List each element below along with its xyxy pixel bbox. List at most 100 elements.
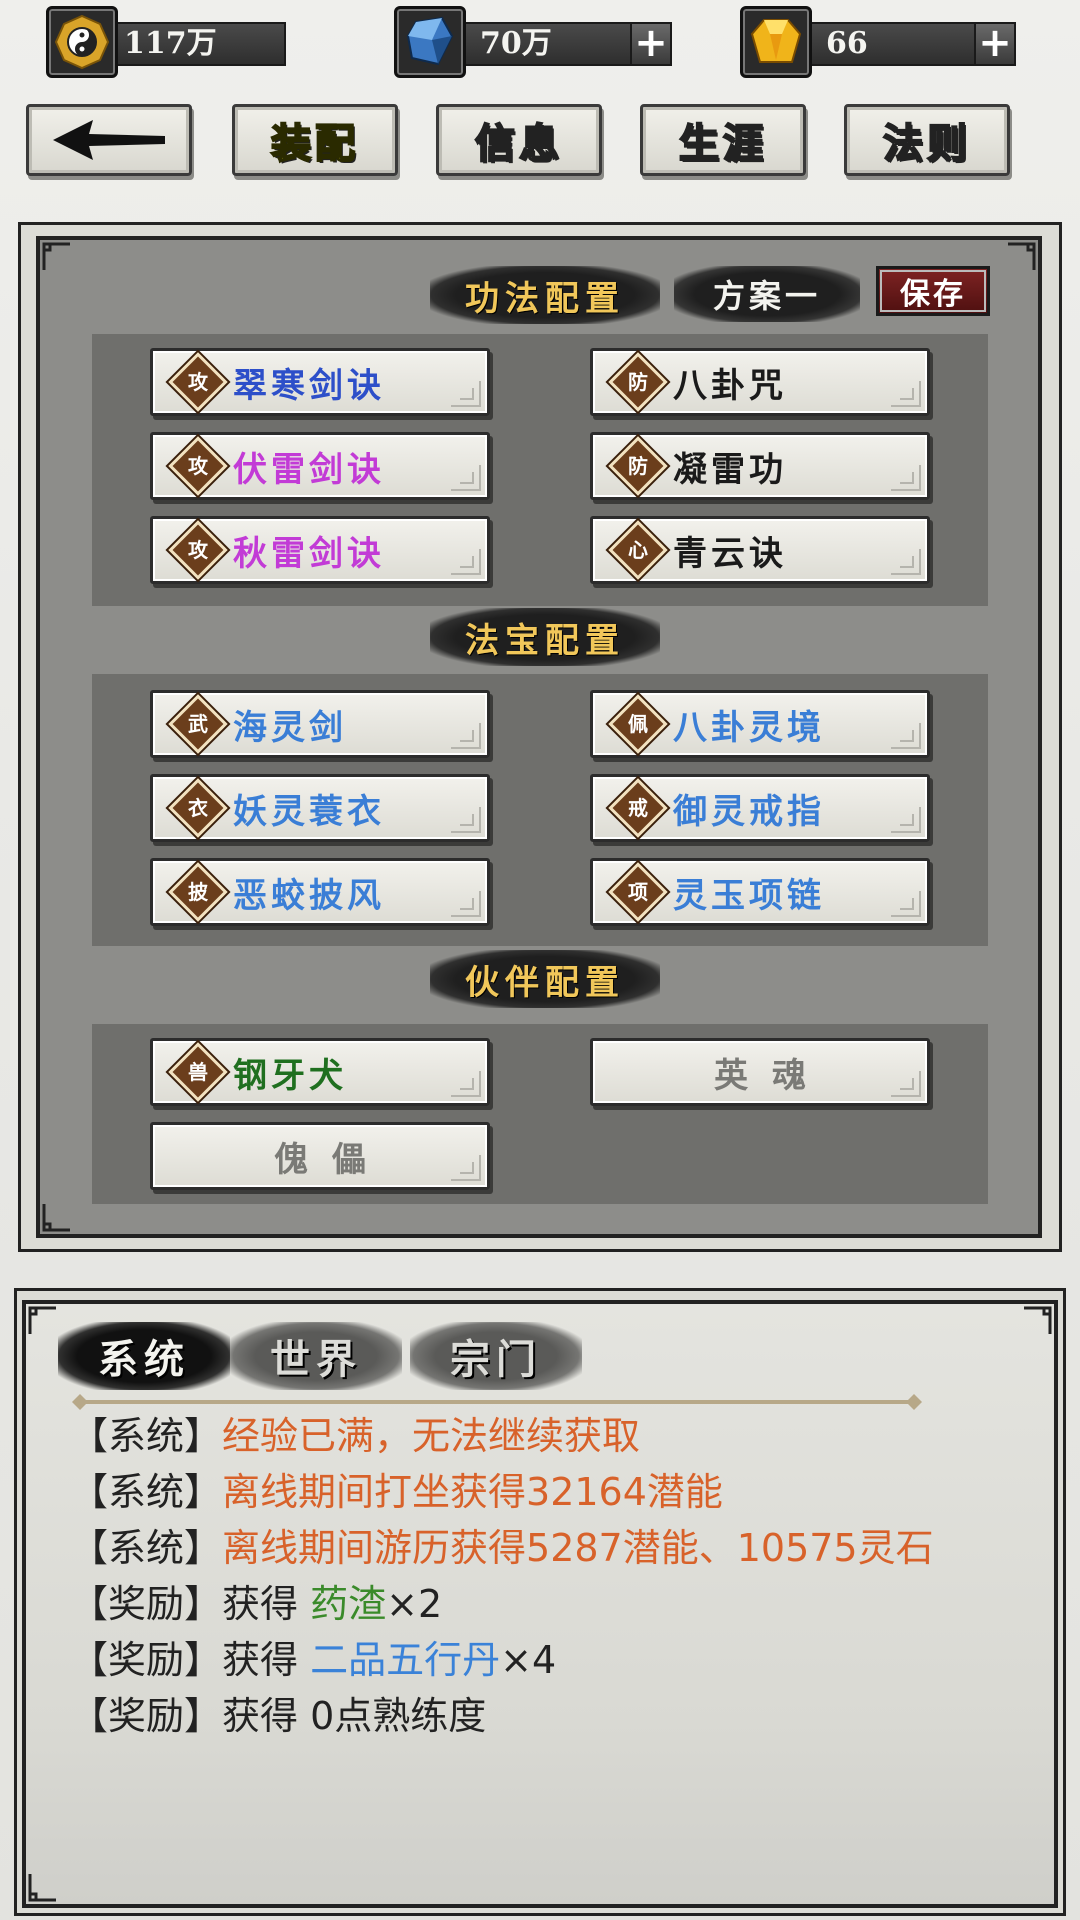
plan-selector[interactable]: 方案一 — [674, 266, 860, 322]
treasure-slot[interactable]: 项 灵玉项链 — [590, 858, 930, 926]
tab-info[interactable]: 信息 — [436, 104, 602, 176]
treasure-name: 妖灵蓑衣 — [233, 791, 385, 832]
treasure-slot[interactable]: 披 恶蛟披风 — [150, 858, 490, 926]
treasures-title-text: 法宝配置 — [465, 620, 625, 661]
chat-message: 【奖励】获得 药渣×2 — [70, 1578, 442, 1630]
chat-message: 【系统】经验已满，无法继续获取 — [70, 1410, 640, 1462]
partners-section-title: 伙伴配置 — [430, 950, 660, 1008]
treasure-slot[interactable]: 武 海灵剑 — [150, 690, 490, 758]
chat-message-text: 药渣 — [310, 1582, 387, 1626]
skill-name: 伏雷剑诀 — [233, 449, 385, 490]
slot-type-badge: 心 — [608, 520, 668, 580]
tab-rules[interactable]: 法则 — [844, 104, 1010, 176]
add-crystal-button[interactable]: + — [630, 22, 672, 66]
corner-ornament-icon — [22, 1874, 56, 1908]
taiji-currency-bar: 117万 — [104, 22, 286, 66]
corner-ornament-icon — [1008, 236, 1042, 270]
treasure-slot[interactable]: 衣 妖灵蓑衣 — [150, 774, 490, 842]
chat-tab-sect[interactable]: 宗门 — [410, 1322, 582, 1390]
crystal-currency-bar: 70万 — [460, 22, 634, 66]
corner-ornament-icon — [1024, 1300, 1058, 1334]
skill-name: 翠寒剑诀 — [233, 365, 385, 406]
crystal-currency-value: 70万 — [480, 26, 552, 61]
gem-currency-value: 66 — [826, 26, 868, 61]
skill-slot[interactable]: 攻 秋雷剑诀 — [150, 516, 490, 584]
puppet-slot[interactable]: 傀儡 — [150, 1122, 490, 1190]
skill-slot[interactable]: 攻 翠寒剑诀 — [150, 348, 490, 416]
save-label: 保存 — [900, 277, 966, 312]
treasure-name: 八卦灵境 — [673, 707, 825, 748]
chat-message: 【系统】离线期间打坐获得32164潜能 — [70, 1466, 723, 1518]
chat-message-text: 获得 — [222, 1582, 311, 1626]
save-button[interactable]: 保存 — [876, 266, 990, 316]
treasure-slot[interactable]: 佩 八卦灵境 — [590, 690, 930, 758]
tab-equip-label: 装配 — [270, 119, 359, 168]
chat-message: 【奖励】获得 二品五行丹×4 — [70, 1634, 556, 1686]
skill-name: 八卦咒 — [673, 365, 787, 406]
chat-message-prefix: 【系统】 — [70, 1526, 223, 1570]
tab-rules-label: 法则 — [882, 119, 971, 168]
chat-tab-world[interactable]: 世界 — [230, 1322, 402, 1390]
skill-name: 秋雷剑诀 — [233, 533, 385, 574]
chat-message-text: ×4 — [500, 1638, 557, 1682]
slot-type-badge: 戒 — [608, 778, 668, 838]
skill-name: 青云诀 — [673, 533, 787, 574]
treasures-section-title: 法宝配置 — [430, 608, 660, 666]
slot-type-badge: 衣 — [168, 778, 228, 838]
skill-slot[interactable]: 防 八卦咒 — [590, 348, 930, 416]
treasure-slot[interactable]: 戒 御灵戒指 — [590, 774, 930, 842]
slot-type-badge: 佩 — [608, 694, 668, 754]
slot-type-badge: 防 — [608, 352, 668, 412]
skill-slot[interactable]: 心 青云诀 — [590, 516, 930, 584]
chat-message: 【奖励】获得 0点熟练度 — [70, 1690, 486, 1742]
slot-type-badge: 项 — [608, 862, 668, 922]
treasure-name: 恶蛟披风 — [233, 875, 385, 916]
treasure-name: 御灵戒指 — [673, 791, 825, 832]
pet-slot[interactable]: 兽 钢牙犬 — [150, 1038, 490, 1106]
chat-message-prefix: 【系统】 — [70, 1470, 223, 1514]
corner-ornament-icon — [22, 1300, 56, 1334]
slot-type-badge: 兽 — [168, 1042, 228, 1102]
chat-message-prefix: 【奖励】 — [70, 1638, 223, 1682]
slot-type-badge: 披 — [168, 862, 228, 922]
skills-section-title: 功法配置 — [430, 266, 660, 324]
treasure-name: 灵玉项链 — [673, 875, 825, 916]
chat-message-text: 获得 — [222, 1638, 311, 1682]
corner-ornament-icon — [36, 1204, 70, 1238]
skills-title-text: 功法配置 — [465, 278, 625, 319]
chat-message-text: 离线期间游历获得5287潜能、10575灵石 — [222, 1526, 934, 1570]
slot-type-badge: 武 — [168, 694, 228, 754]
chat-message-prefix: 【系统】 — [70, 1414, 223, 1458]
blue-crystal-icon — [394, 6, 466, 78]
soul-slot-label: 英魂 — [714, 1055, 830, 1096]
gem-currency-bar: 66 — [806, 22, 980, 66]
add-gem-button[interactable]: + — [974, 22, 1016, 66]
tab-equip[interactable]: 装配 — [232, 104, 398, 176]
corner-ornament-icon — [36, 236, 70, 270]
tab-career[interactable]: 生涯 — [640, 104, 806, 176]
skill-slot[interactable]: 防 凝雷功 — [590, 432, 930, 500]
skill-slot[interactable]: 攻 伏雷剑诀 — [150, 432, 490, 500]
taiji-coin-icon — [46, 6, 118, 78]
slot-type-badge: 攻 — [168, 436, 228, 496]
treasure-name: 海灵剑 — [233, 707, 347, 748]
slot-type-badge: 攻 — [168, 352, 228, 412]
chat-message-text: 二品五行丹 — [310, 1638, 501, 1682]
plan-label-text: 方案一 — [712, 277, 821, 315]
gold-gem-icon — [740, 6, 812, 78]
partners-title-text: 伙伴配置 — [465, 962, 625, 1003]
chat-message-text: ×2 — [386, 1582, 443, 1626]
chat-message-text: 离线期间打坐获得32164潜能 — [222, 1470, 723, 1514]
soul-slot[interactable]: 英魂 — [590, 1038, 930, 1106]
chat-message-text: 经验已满，无法继续获取 — [222, 1414, 641, 1458]
chat-message-prefix: 【奖励】 — [70, 1694, 223, 1738]
back-button[interactable] — [26, 104, 192, 176]
tab-career-label: 生涯 — [678, 119, 767, 168]
slot-type-badge: 防 — [608, 436, 668, 496]
slot-type-badge: 攻 — [168, 520, 228, 580]
tab-info-label: 信息 — [474, 119, 563, 168]
chat-message-text: 获得 0点熟练度 — [222, 1694, 487, 1738]
chat-tab-system[interactable]: 系统 — [58, 1322, 230, 1390]
chat-message-prefix: 【奖励】 — [70, 1582, 223, 1626]
chat-message: 【系统】离线期间游历获得5287潜能、10575灵石 — [70, 1522, 934, 1574]
